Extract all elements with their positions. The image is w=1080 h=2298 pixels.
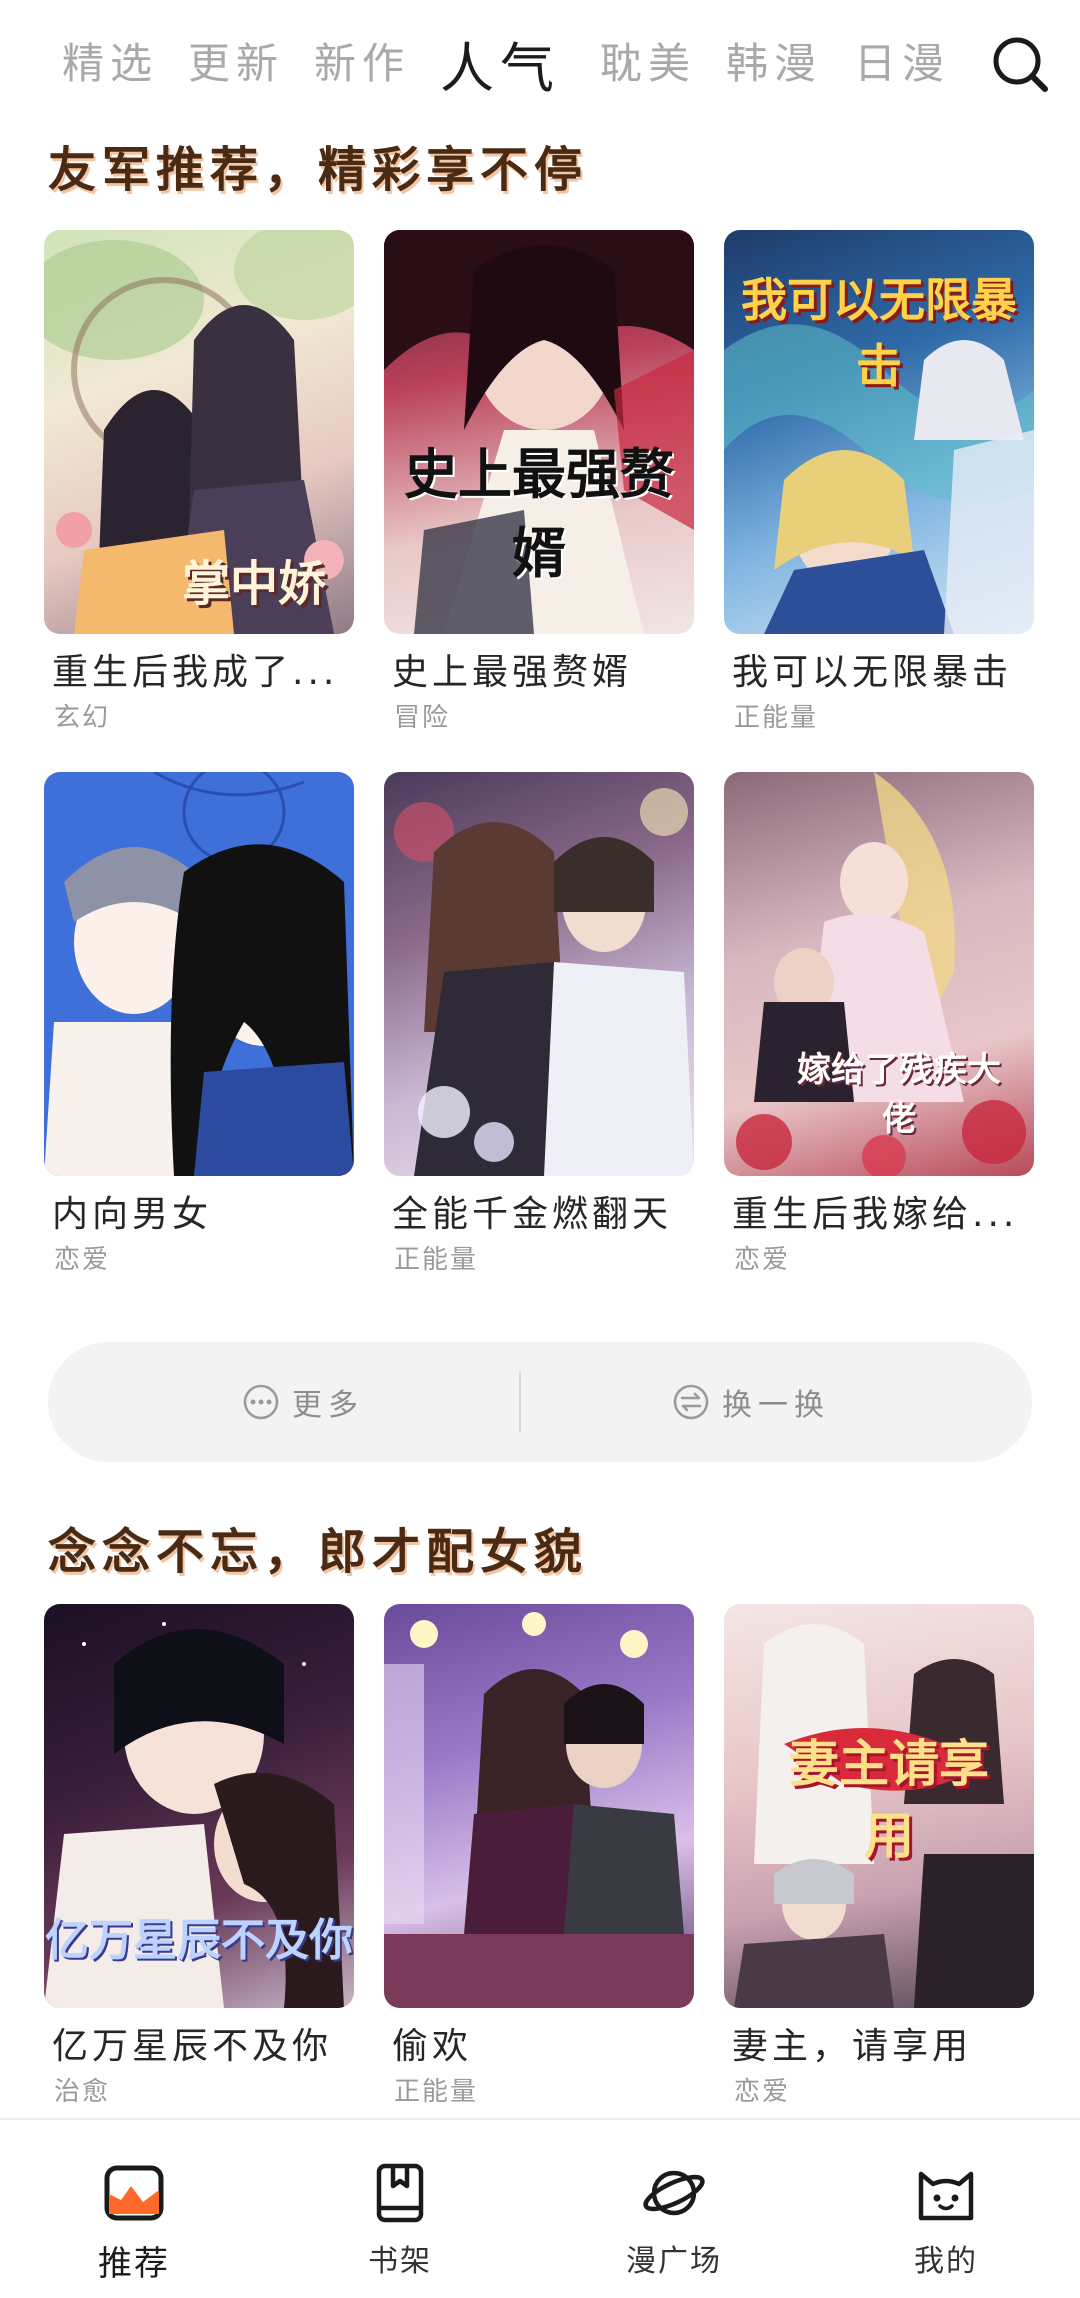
- cover-logo-text: 嫁给了残疾大佬: [797, 1050, 1001, 1139]
- more-dots-icon: [243, 1384, 279, 1420]
- planet-icon: [643, 2170, 705, 2216]
- comic-genre: 治愈: [54, 2077, 111, 2107]
- tab-featured[interactable]: 精选: [62, 30, 158, 91]
- comic-title: 妻主，请享用: [732, 2026, 973, 2067]
- comic-genre: 恋爱: [54, 1245, 111, 1275]
- tab-japanese[interactable]: 日漫: [854, 30, 950, 91]
- cover-logo-text: 掌中娇: [181, 556, 326, 612]
- comic-cover[interactable]: [384, 1604, 694, 2008]
- top-tab-bar: 精选 更新 新作 人气 耽美 韩漫 日漫: [0, 0, 1080, 128]
- comic-card[interactable]: 掌中娇 重生后我成了... 玄幻: [44, 230, 354, 738]
- cover-logo-text: 我可以无限暴击: [741, 273, 1017, 393]
- tab-bl[interactable]: 耽美: [600, 30, 696, 91]
- comic-card[interactable]: 亿万星辰不及你 亿万星辰不及你 治愈: [44, 1604, 354, 2112]
- comic-title: 我可以无限暴击: [732, 652, 1013, 693]
- refresh-label: 换一换: [722, 1388, 830, 1423]
- nav-bookshelf[interactable]: 书架: [320, 2160, 480, 2280]
- comic-card[interactable]: 妻主请享用 妻主，请享用 恋爱: [724, 1604, 1034, 2112]
- nav-label: 我的: [914, 2244, 978, 2279]
- section-title-recommend: 友军推荐，精彩享不停: [48, 142, 589, 198]
- comic-title: 偷欢: [392, 2026, 473, 2067]
- refresh-button[interactable]: 换一换: [672, 1342, 830, 1462]
- tab-new[interactable]: 新作: [314, 30, 410, 91]
- nav-square[interactable]: 漫广场: [594, 2160, 754, 2280]
- comic-cover[interactable]: [384, 772, 694, 1176]
- more-refresh-bar: 更多 换一换: [48, 1342, 1032, 1462]
- comic-title: 亿万星辰不及你: [52, 2026, 333, 2067]
- bookshelf-icon: [376, 2163, 424, 2223]
- comic-card[interactable]: 史上最强赘婿 史上最强赘婿 冒险: [384, 230, 694, 738]
- comic-cover[interactable]: 妻主请享用: [724, 1604, 1034, 2008]
- cover-logo-text: 妻主请享用: [789, 1734, 989, 1865]
- comic-title: 全能千金燃翻天: [392, 1194, 673, 1235]
- more-label: 更多: [292, 1388, 364, 1423]
- comic-title: 重生后我嫁给...: [732, 1194, 1019, 1235]
- tab-popular[interactable]: 人气: [440, 24, 560, 103]
- cover-logo-text: 亿万星辰不及你: [45, 1915, 353, 1966]
- cat-profile-icon: [918, 2171, 974, 2221]
- bottom-nav: 推荐 书架 漫广场 我的: [0, 2118, 1080, 2298]
- more-button[interactable]: 更多: [242, 1342, 364, 1462]
- comic-genre: 玄幻: [54, 703, 111, 733]
- comic-title: 重生后我成了...: [52, 652, 339, 693]
- comic-cover[interactable]: 亿万星辰不及你: [44, 1604, 354, 2008]
- comic-cover[interactable]: 嫁给了残疾大佬: [724, 772, 1034, 1176]
- comic-title: 内向男女: [52, 1194, 213, 1235]
- comic-card[interactable]: 偷欢 正能量: [384, 1604, 694, 2112]
- tab-korean[interactable]: 韩漫: [726, 30, 822, 91]
- section-title-romance: 念念不忘，郎才配女貌: [48, 1524, 589, 1580]
- nav-label: 推荐: [98, 2244, 170, 2284]
- comic-genre: 恋爱: [734, 1245, 791, 1275]
- recommend-icon: [104, 2165, 164, 2221]
- comic-card[interactable]: 我可以无限暴击 我可以无限暴击 正能量: [724, 230, 1034, 738]
- search-icon[interactable]: [990, 34, 1050, 94]
- tab-updates[interactable]: 更新: [188, 30, 284, 91]
- comic-cover[interactable]: 我可以无限暴击: [724, 230, 1034, 634]
- action-divider: [519, 1372, 521, 1432]
- nav-profile[interactable]: 我的: [866, 2160, 1026, 2280]
- comic-cover[interactable]: [44, 772, 354, 1176]
- nav-label: 书架: [368, 2244, 432, 2279]
- comic-genre: 正能量: [734, 703, 819, 733]
- comic-card[interactable]: 全能千金燃翻天 正能量: [384, 772, 694, 1280]
- swap-icon: [673, 1384, 709, 1420]
- nav-recommend[interactable]: 推荐: [54, 2160, 214, 2285]
- comic-genre: 正能量: [394, 2077, 479, 2107]
- comic-cover[interactable]: 掌中娇: [44, 230, 354, 634]
- nav-label: 漫广场: [626, 2244, 722, 2279]
- comic-genre: 恋爱: [734, 2077, 791, 2107]
- cover-logo-text: 史上最强赘婿: [404, 442, 674, 585]
- comic-title: 史上最强赘婿: [392, 652, 633, 693]
- comic-card[interactable]: 嫁给了残疾大佬 重生后我嫁给... 恋爱: [724, 772, 1034, 1280]
- comic-card[interactable]: 内向男女 恋爱: [44, 772, 354, 1280]
- comic-cover[interactable]: 史上最强赘婿: [384, 230, 694, 634]
- comic-genre: 正能量: [394, 1245, 479, 1275]
- comic-genre: 冒险: [394, 703, 451, 733]
